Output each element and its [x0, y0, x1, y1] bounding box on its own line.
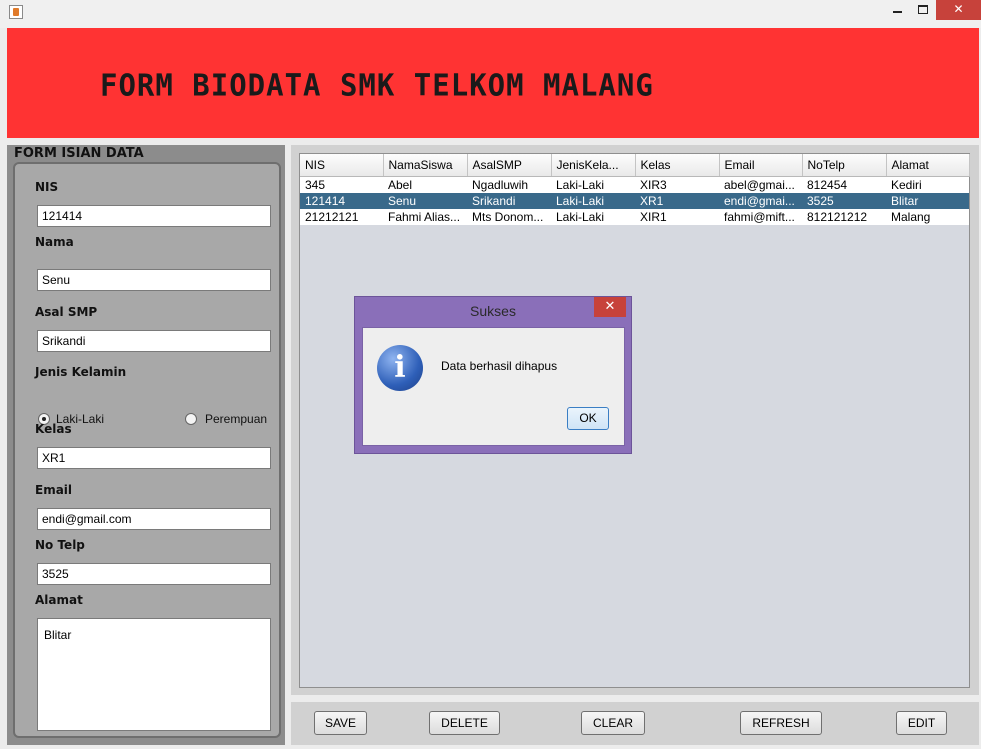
kelas-label: Kelas: [35, 422, 72, 436]
dialog-title: Sukses: [470, 303, 516, 319]
table-cell: fahmi@mift...: [719, 209, 802, 225]
column-header[interactable]: NamaSiswa: [383, 154, 468, 177]
edit-button[interactable]: EDIT: [896, 711, 947, 735]
column-header[interactable]: Kelas: [635, 154, 720, 177]
table-row-selected[interactable]: 121414 Senu Srikandi Laki-Laki XR1 endi@…: [300, 193, 969, 209]
column-header[interactable]: Alamat: [886, 154, 970, 177]
table-cell: XR1: [635, 193, 719, 209]
form-panel: FORM ISIAN DATA NIS 121414 Nama Senu Asa…: [7, 145, 285, 745]
table-cell: 3525: [802, 193, 886, 209]
table-cell: 121414: [300, 193, 383, 209]
kelas-input[interactable]: XR1: [37, 447, 271, 469]
table-cell: Laki-Laki: [551, 193, 635, 209]
refresh-button[interactable]: REFRESH: [740, 711, 822, 735]
table-cell: 812121212: [802, 209, 886, 225]
table-cell: Abel: [383, 176, 467, 193]
table-cell: abel@gmai...: [719, 176, 802, 193]
table-cell: 345: [300, 176, 383, 193]
table-header-row: NIS NamaSiswa AsalSMP JenisKela... Kelas…: [300, 154, 970, 177]
email-label: Email: [35, 483, 73, 497]
table-row[interactable]: 345 Abel Ngadluwih Laki-Laki XIR3 abel@g…: [300, 176, 969, 193]
table-row[interactable]: 21212121 Fahmi Alias... Mts Donom... Lak…: [300, 209, 969, 225]
radio-perempuan-label[interactable]: Perempuan: [205, 412, 267, 426]
student-table: NIS NamaSiswa AsalSMP JenisKela... Kelas…: [300, 154, 970, 225]
jenis-kelamin-label: Jenis Kelamin: [35, 365, 127, 379]
form-panel-title: FORM ISIAN DATA: [14, 146, 144, 161]
form-fieldset: NIS 121414 Nama Senu Asal SMP Srikandi J…: [13, 162, 281, 738]
nis-label: NIS: [35, 180, 59, 194]
maximize-icon: [918, 5, 928, 14]
email-input[interactable]: endi@gmail.com: [37, 508, 271, 530]
dialog-message: Data berhasil dihapus: [441, 359, 558, 373]
radio-perempuan[interactable]: [185, 413, 197, 425]
table-cell: XIR3: [635, 176, 719, 193]
table-cell: Kediri: [886, 176, 969, 193]
delete-button[interactable]: DELETE: [429, 711, 500, 735]
java-app-icon: [9, 5, 23, 19]
close-icon: ✕: [604, 299, 616, 314]
close-icon: ✕: [953, 2, 964, 16]
header-banner: FORM BIODATA SMK TELKOM MALANG: [7, 28, 979, 138]
table-cell: Ngadluwih: [467, 176, 551, 193]
nama-input[interactable]: Senu: [37, 269, 271, 291]
table-cell: Mts Donom...: [467, 209, 551, 225]
window-close-button[interactable]: ✕: [936, 0, 981, 20]
dialog-body: i Data berhasil dihapus OK: [362, 327, 625, 446]
maximize-button[interactable]: [910, 0, 936, 20]
asal-smp-input[interactable]: Srikandi: [37, 330, 271, 352]
column-header[interactable]: AsalSMP: [467, 154, 552, 177]
table-cell: 21212121: [300, 209, 383, 225]
table-cell: Srikandi: [467, 193, 551, 209]
clear-button[interactable]: CLEAR: [581, 711, 645, 735]
column-header[interactable]: JenisKela...: [551, 154, 636, 177]
minimize-icon: [892, 11, 902, 13]
alamat-label: Alamat: [35, 593, 83, 607]
table-cell: Laki-Laki: [551, 176, 635, 193]
ok-button[interactable]: OK: [567, 407, 609, 430]
no-telp-input[interactable]: 3525: [37, 563, 271, 585]
column-header[interactable]: Email: [719, 154, 803, 177]
nis-input[interactable]: 121414: [37, 205, 271, 227]
minimize-button[interactable]: [884, 0, 910, 20]
save-button[interactable]: SAVE: [314, 711, 367, 735]
table-cell: Malang: [886, 209, 969, 225]
header-title: FORM BIODATA SMK TELKOM MALANG: [100, 67, 654, 103]
table-cell: Blitar: [886, 193, 969, 209]
no-telp-label: No Telp: [35, 538, 85, 552]
column-header[interactable]: NoTelp: [802, 154, 887, 177]
action-button-bar: SAVE DELETE CLEAR REFRESH EDIT: [291, 702, 979, 745]
table-cell: Fahmi Alias...: [383, 209, 467, 225]
nama-label: Nama: [35, 235, 74, 249]
info-icon: i: [377, 345, 423, 391]
table-cell: Laki-Laki: [551, 209, 635, 225]
dialog-close-button[interactable]: ✕: [594, 297, 626, 317]
asal-smp-label: Asal SMP: [35, 305, 98, 319]
jenis-kelamin-radio-group: Laki-Laki Perempuan: [37, 411, 277, 431]
table-cell: Senu: [383, 193, 467, 209]
table-cell: 812454: [802, 176, 886, 193]
window-titlebar: ✕: [0, 0, 981, 28]
table-cell: XIR1: [635, 209, 719, 225]
alamat-textarea[interactable]: Blitar: [37, 618, 271, 731]
column-header[interactable]: NIS: [300, 154, 384, 177]
table-cell: endi@gmai...: [719, 193, 802, 209]
success-dialog: Sukses ✕ i Data berhasil dihapus OK: [354, 296, 632, 454]
